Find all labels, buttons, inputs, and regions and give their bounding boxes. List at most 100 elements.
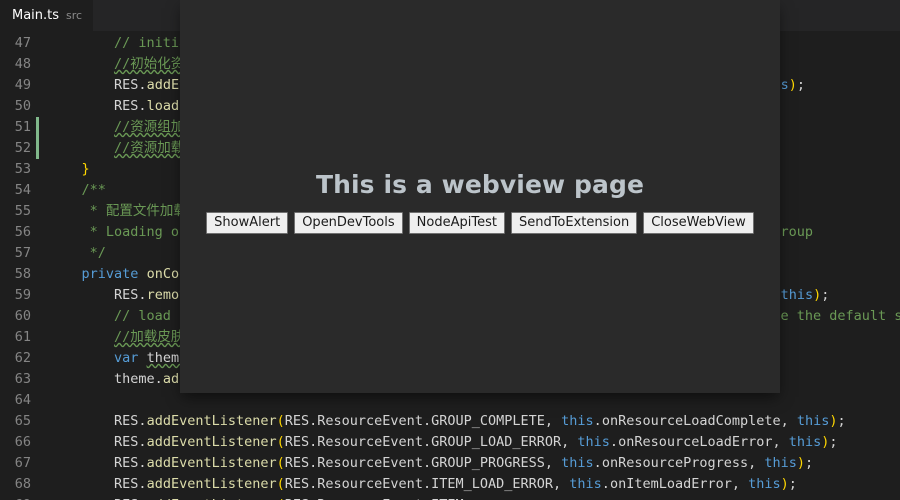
- line-number: 55: [14, 203, 31, 219]
- code-line: 65 RES.addEventListener(RES.ResourceEven…: [0, 411, 900, 432]
- code-line-content: RES.addEventListener(RES.ResourceEvent.I…: [49, 474, 797, 495]
- code-token: this: [796, 413, 830, 429]
- git-modified-indicator: [36, 117, 39, 138]
- code-token: ,: [772, 434, 789, 450]
- code-token: .: [593, 413, 602, 429]
- code-token: ,: [748, 455, 765, 471]
- code-token: RES: [114, 455, 139, 471]
- code-line-content: RES.addEventListener(RES.ResourceEvent.G…: [49, 411, 846, 432]
- code-token: ,: [544, 413, 562, 429]
- vscode-window: Main.ts src 47 // initialize the resourc…: [0, 0, 900, 500]
- code-token: RES: [284, 476, 310, 492]
- code-token: addEventListener: [146, 476, 277, 492]
- code-line-content: RES.addEventListener(RES.ResourceEvent.I…: [49, 495, 464, 500]
- code-token: .: [422, 455, 432, 471]
- code-token: (: [276, 476, 285, 492]
- code-line: 69 RES.addEventListener(RES.ResourceEven…: [0, 495, 900, 500]
- webview-button-opendevtools[interactable]: OpenDevTools: [294, 212, 403, 234]
- code-token: .: [138, 98, 147, 114]
- webview-button-showalert[interactable]: ShowAlert: [206, 212, 289, 234]
- code-token: this: [780, 287, 814, 303]
- line-number: 68: [14, 476, 31, 492]
- code-token: */: [89, 245, 106, 261]
- code-token: ,: [553, 476, 570, 492]
- code-token: onResourceProgress: [601, 455, 749, 471]
- code-token: ,: [561, 434, 578, 450]
- tab-filename: Main.ts: [12, 8, 60, 23]
- code-token: (: [276, 455, 285, 471]
- code-token: ): [780, 476, 789, 492]
- webview-button-sendtoextension[interactable]: SendToExtension: [510, 212, 638, 234]
- code-token: addEventListener: [146, 455, 277, 471]
- code-line: 64: [0, 390, 900, 411]
- code-token: ;: [821, 287, 830, 303]
- code-token: .: [138, 77, 147, 93]
- line-number: 62: [14, 350, 31, 366]
- code-token: .: [138, 413, 147, 429]
- webview-title: This is a webview page: [315, 170, 645, 199]
- webview-button-row: ShowAlert OpenDevTools NodeApiTest SendToEx…: [180, 212, 780, 234]
- code-token: ResourceEvent: [317, 434, 423, 450]
- code-token: ;: [805, 455, 814, 471]
- code-token: this: [764, 455, 797, 471]
- line-number: 63: [14, 371, 31, 387]
- code-line-content: RES.addEventListener(RES.ResourceEvent.G…: [49, 453, 813, 474]
- git-modified-indicator: [36, 138, 39, 159]
- code-token: onResourceLoadComplete: [601, 413, 781, 429]
- code-token: .: [593, 455, 602, 471]
- line-number: 65: [14, 413, 31, 429]
- code-token: this: [748, 476, 781, 492]
- code-token: RES: [114, 98, 139, 114]
- code-token: addEventListener: [146, 413, 277, 429]
- code-token: this: [577, 434, 610, 450]
- code-token: RES: [114, 476, 139, 492]
- code-token: onResourceLoadError: [618, 434, 773, 450]
- code-line: 68 RES.addEventListener(RES.ResourceEven…: [0, 474, 900, 495]
- code-token: ResourceEvent: [317, 476, 423, 492]
- line-number: 54: [14, 182, 31, 198]
- code-token: .: [422, 476, 432, 492]
- line-number: 61: [14, 329, 31, 345]
- code-token: this: [561, 455, 594, 471]
- code-line-content: }: [49, 159, 90, 180]
- line-number: 49: [14, 77, 31, 93]
- code-token: ,: [780, 413, 797, 429]
- code-token: .: [138, 455, 147, 471]
- code-token: ;: [796, 77, 806, 93]
- code-token: /**: [81, 182, 106, 198]
- code-token: RES: [284, 413, 310, 429]
- line-number: 69: [0, 495, 31, 500]
- line-number: 56: [14, 224, 31, 240]
- line-number: 64: [14, 392, 31, 408]
- line-number: 47: [14, 35, 31, 51]
- tab-folder-label: src: [66, 9, 83, 22]
- code-token: ): [788, 77, 797, 93]
- code-token: .: [138, 476, 147, 492]
- code-token: var: [114, 350, 139, 366]
- code-token: .: [422, 434, 432, 450]
- webview-panel[interactable]: This is a webview page ShowAlert OpenDevT…: [180, 0, 780, 393]
- code-token: ,: [731, 476, 749, 492]
- code-token: this: [561, 413, 594, 429]
- line-number: 60: [14, 308, 31, 324]
- code-token: this: [788, 434, 822, 450]
- line-number: 48: [14, 56, 31, 72]
- code-token: ResourceEvent: [317, 455, 423, 471]
- code-line-content: RES.addEventListener(RES.ResourceEvent.G…: [49, 432, 838, 453]
- tab-main-ts[interactable]: Main.ts src: [0, 0, 95, 31]
- code-token: RES: [284, 455, 310, 471]
- webview-button-nodeapitest[interactable]: NodeApiTest: [408, 212, 505, 234]
- line-number: 67: [14, 455, 31, 471]
- code-token: ): [829, 413, 838, 429]
- line-number: 50: [14, 98, 31, 114]
- code-line-content: //资源组加载: [49, 117, 198, 138]
- code-token: .: [138, 287, 147, 303]
- code-token: RES: [114, 413, 139, 429]
- code-token: ResourceEvent: [317, 413, 423, 429]
- webview-button-closewebview[interactable]: CloseWebView: [643, 212, 754, 234]
- code-token: .: [609, 434, 619, 450]
- code-token: RES: [114, 434, 139, 450]
- code-token: RES: [284, 434, 310, 450]
